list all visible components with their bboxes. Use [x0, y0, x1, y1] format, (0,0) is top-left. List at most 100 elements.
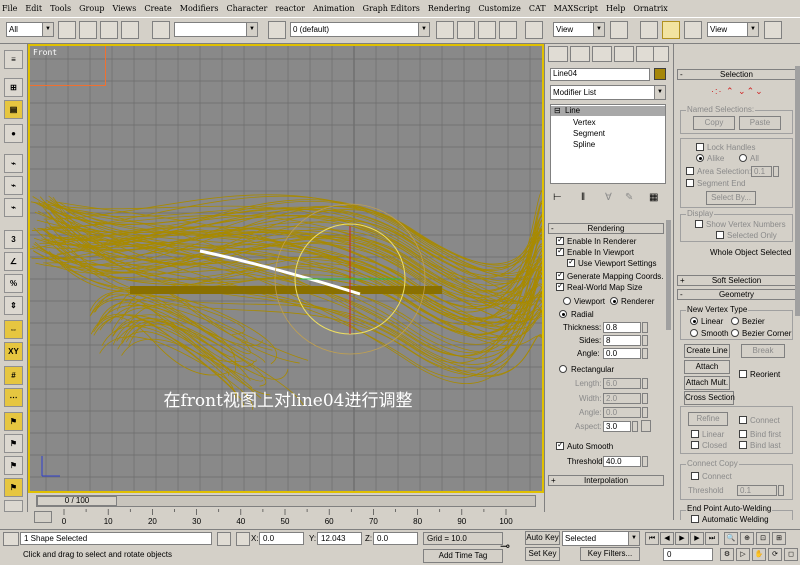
selected-only-checkbox[interactable] [716, 231, 724, 239]
x-coordinate-field[interactable]: 0.0 [259, 532, 304, 545]
absolute-mode-icon[interactable] [236, 532, 250, 546]
abc-named-set-icon[interactable] [152, 21, 170, 39]
hierarchy-tab-icon[interactable] [592, 46, 612, 62]
right-panel-scrollbar[interactable] [795, 66, 800, 316]
flag-icon-4[interactable]: ⚑ [4, 478, 23, 497]
orbit-icon[interactable]: ⟳ [768, 548, 782, 561]
material-editor-icon[interactable]: ▤ [4, 100, 23, 119]
auto-key-button[interactable]: Auto Key [525, 531, 560, 545]
reference-coord-dropdown[interactable]: View ▼ [553, 22, 605, 37]
interpolation-rollout-header[interactable]: + Interpolation [548, 475, 664, 486]
previous-frame-icon[interactable]: ◀ [660, 532, 674, 545]
aspect-lock-icon[interactable] [641, 420, 651, 432]
spacing-tool-icon[interactable]: ⋯ [4, 388, 23, 407]
width-spinner[interactable] [642, 393, 648, 404]
zoom-all-icon[interactable]: ⊕ [740, 532, 754, 545]
front-viewport[interactable]: Front 在front视图上对line04进行调整 [28, 44, 544, 493]
time-slider-track[interactable]: 0 / 100 [36, 495, 536, 507]
connect-threshold-spinner[interactable] [778, 485, 784, 496]
angle2-field[interactable]: 0.0 [603, 407, 641, 418]
go-to-end-icon[interactable]: ⏭ [705, 532, 719, 545]
closed-checkbox[interactable] [691, 441, 699, 449]
selection-filter-dropdown[interactable]: All ▼ [6, 22, 54, 37]
alike-radio[interactable] [696, 154, 704, 162]
refine-linear-checkbox[interactable] [691, 430, 699, 438]
viewport-radio[interactable] [563, 297, 571, 305]
connect-checkbox[interactable] [739, 416, 747, 424]
sides-spinner[interactable] [642, 335, 648, 346]
threshold-spinner[interactable] [642, 456, 648, 467]
stack-item-spline[interactable]: Spline [573, 140, 595, 149]
menu-edit[interactable]: Edit [25, 4, 42, 13]
area-selection-checkbox[interactable] [686, 167, 694, 175]
timeline-ruler[interactable]: 0 10 20 30 40 50 60 70 80 90 100 [58, 509, 538, 527]
smooth-radio[interactable] [690, 329, 698, 337]
aspect-spinner[interactable] [632, 421, 638, 432]
array-icon[interactable]: # [4, 366, 23, 385]
copy-button[interactable]: Copy [693, 116, 735, 130]
menu-modifiers[interactable]: Modifiers [180, 4, 219, 13]
layer-stack-icon[interactable]: ≡ [4, 50, 23, 69]
schematic-icon[interactable]: ⊞ [4, 78, 23, 97]
rectangular-region-icon[interactable] [100, 21, 118, 39]
current-frame-field[interactable]: 0 [663, 548, 713, 561]
stack-item-segment[interactable]: Segment [573, 129, 605, 138]
field-of-view-icon[interactable]: ▷ [736, 548, 750, 561]
all-radio[interactable] [739, 154, 747, 162]
create-layer-icon[interactable] [436, 21, 454, 39]
show-vertex-numbers-checkbox[interactable] [695, 220, 703, 228]
mirror-icon[interactable]: ⇔ [4, 320, 23, 339]
attach-mult-button[interactable]: Attach Mult. [684, 376, 730, 390]
make-unique-icon[interactable]: ∀ [605, 192, 612, 203]
bind-last-checkbox[interactable] [739, 441, 747, 449]
menu-reactor[interactable]: reactor [275, 4, 305, 13]
menu-cat[interactable]: CAT [529, 4, 546, 13]
thickness-field[interactable]: 0.8 [603, 322, 641, 333]
angle-spinner[interactable] [642, 348, 648, 359]
select-scale-icon[interactable] [684, 21, 702, 39]
automatic-welding-checkbox[interactable] [691, 515, 699, 523]
auto-smooth-checkbox[interactable] [556, 440, 564, 450]
area-selection-spinner[interactable] [773, 166, 779, 177]
sub-object-level-icons[interactable]: ·:· ⌃ ⌄⌃⌄ [711, 86, 764, 97]
lock-selection-icon[interactable] [217, 532, 231, 546]
menu-views[interactable]: Views [112, 4, 136, 13]
object-name-field[interactable]: Line04 [550, 68, 650, 81]
linear-radio[interactable] [690, 317, 698, 325]
menu-file[interactable]: File [2, 4, 17, 13]
angle2-spinner[interactable] [642, 407, 648, 418]
break-button[interactable]: Break [741, 344, 785, 358]
motion-tab-icon[interactable] [614, 46, 634, 62]
show-end-result-icon[interactable]: ‖ [581, 192, 585, 203]
aspect-field[interactable]: 3.0 [603, 421, 631, 432]
zoom-extents-icon[interactable]: ⊡ [756, 532, 770, 545]
segment-end-checkbox[interactable] [686, 179, 694, 187]
menu-group[interactable]: Group [79, 4, 104, 13]
rectangular-radio[interactable] [559, 365, 567, 373]
utilities-tab-icon[interactable] [653, 46, 669, 62]
modifier-list-dropdown[interactable]: Modifier List ▼ [550, 85, 666, 100]
menu-help[interactable]: Help [606, 4, 625, 13]
layer-manager-icon[interactable] [268, 21, 286, 39]
time-config-icon[interactable]: ⚙ [720, 548, 734, 561]
menu-customize[interactable]: Customize [478, 4, 521, 13]
pin-stack-icon[interactable]: ⊢ [553, 192, 562, 203]
use-viewport-settings-checkbox[interactable] [567, 257, 575, 267]
length-field[interactable]: 6.0 [603, 378, 641, 389]
add-time-tag-button[interactable]: Add Time Tag [423, 549, 503, 563]
select-layer-icon[interactable] [478, 21, 496, 39]
zoom-icon[interactable]: 🔍 [724, 532, 738, 545]
select-by-button[interactable]: Select By... [706, 191, 756, 205]
enable-in-viewport-checkbox[interactable] [556, 246, 564, 256]
modify-tab-icon[interactable] [570, 46, 590, 62]
script-listener-icon[interactable] [3, 532, 19, 546]
zoom-extents-all-icon[interactable]: ⊞ [772, 532, 786, 545]
snap-3-icon[interactable]: 3 [4, 230, 23, 249]
panel-scrollbar[interactable] [666, 220, 671, 330]
spinner-snap-icon[interactable]: ⇕ [4, 296, 23, 315]
layer-properties-icon[interactable] [499, 21, 517, 39]
align-xy-icon[interactable]: XY [4, 342, 23, 361]
select-move-icon[interactable] [640, 21, 658, 39]
connect-copy-checkbox[interactable] [691, 472, 699, 480]
connect-threshold-field[interactable]: 0.1 [737, 485, 777, 496]
